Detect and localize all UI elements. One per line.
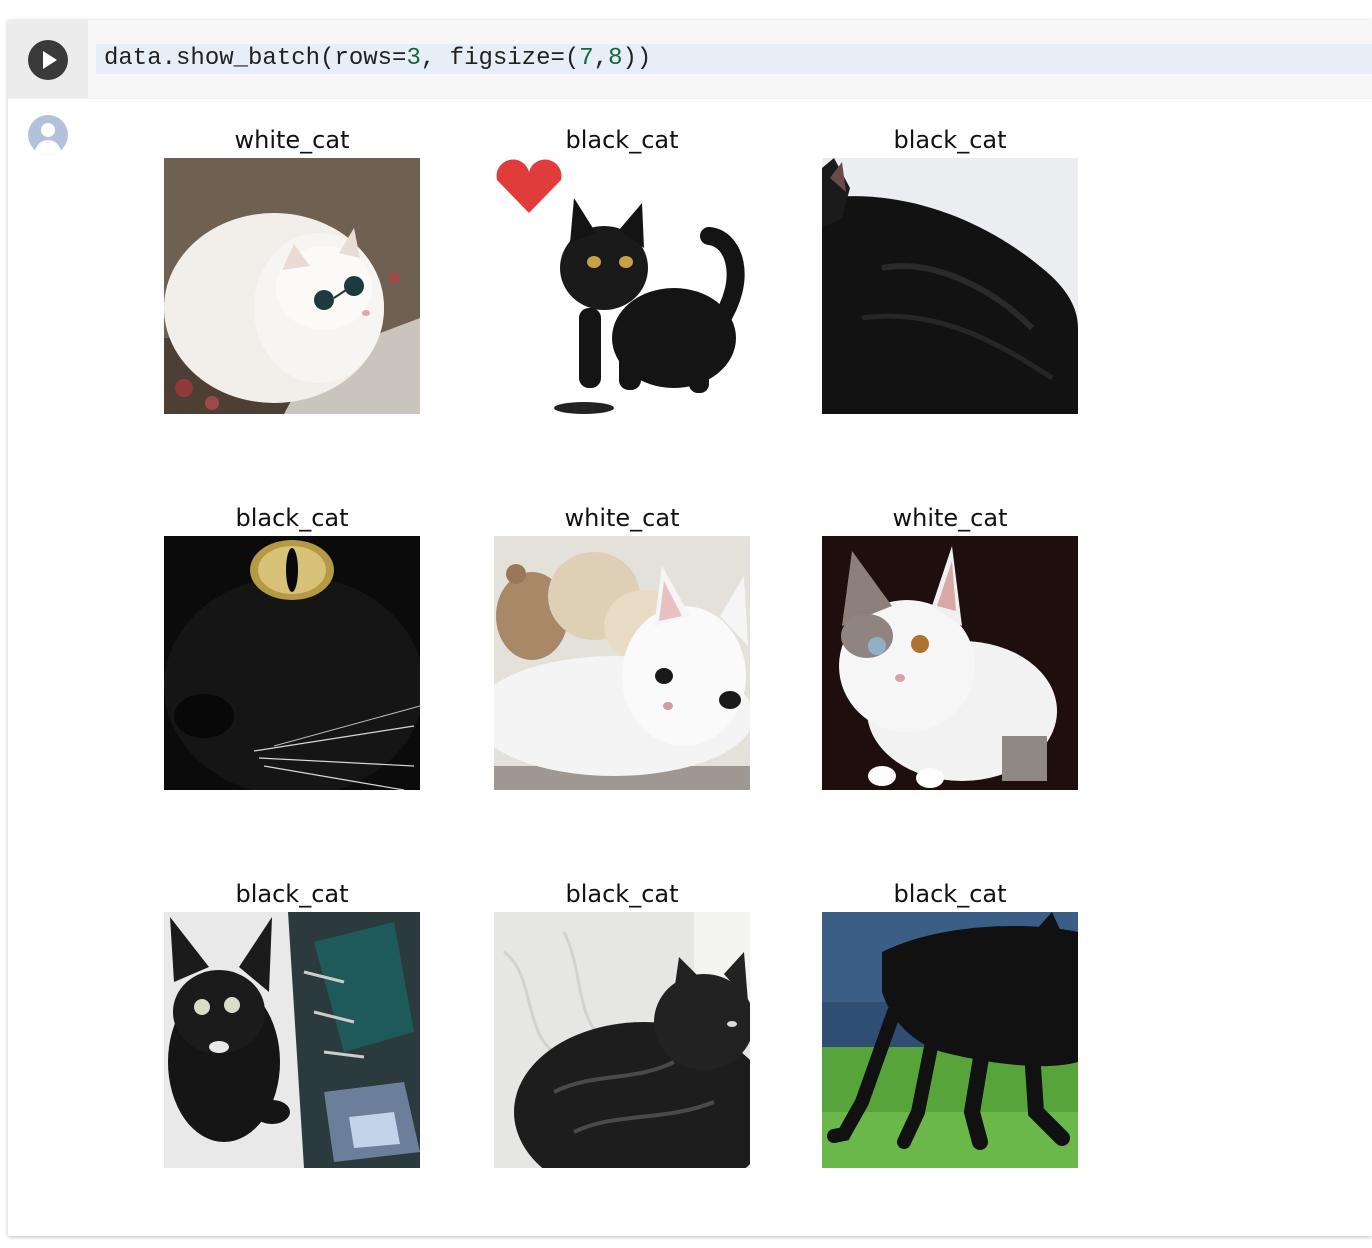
- tile-label: black_cat: [235, 504, 349, 532]
- tile-label: black_cat: [235, 880, 349, 908]
- white-cat-odd-eyes-image: [822, 536, 1078, 790]
- run-cell-button[interactable]: [28, 40, 68, 80]
- code-number: 3: [406, 45, 421, 72]
- code-text: data.show_batch(rows=3, figsize=(7,8)): [104, 46, 651, 72]
- tile-label: white_cat: [564, 504, 680, 532]
- code-number: 7: [579, 45, 594, 72]
- white-cat-teddy-image: [494, 536, 750, 790]
- black-cat-grass-image: [822, 912, 1078, 1168]
- code-segment: ,: [593, 45, 609, 72]
- tile-label: black_cat: [893, 126, 1007, 154]
- run-gutter: [8, 20, 88, 98]
- cell-input: data.show_batch(rows=3, figsize=(7,8)): [8, 20, 1372, 99]
- tile-label: black_cat: [893, 880, 1007, 908]
- code-segment: )): [622, 45, 652, 72]
- code-cell: data.show_batch(rows=3, figsize=(7,8)) w…: [8, 20, 1372, 1236]
- code-segment: , figsize=(: [420, 45, 580, 72]
- tile-label: white_cat: [892, 504, 1008, 532]
- play-icon: [43, 51, 57, 69]
- tile-label: black_cat: [565, 126, 679, 154]
- white-cat-sunglasses-image: [164, 158, 420, 414]
- fluffy-black-cat-image: [494, 912, 750, 1168]
- output-avatar-icon: [28, 115, 68, 155]
- black-cat-lying-image: [822, 158, 1078, 414]
- tile-label: white_cat: [234, 126, 350, 154]
- black-kitten-heart-image: [494, 158, 750, 414]
- black-cat-eye-closeup-image: [164, 536, 420, 790]
- code-segment: data.show_batch(rows=: [104, 45, 407, 72]
- code-number: 8: [608, 45, 623, 72]
- tile-label: black_cat: [565, 880, 679, 908]
- black-kitten-collage-image: [164, 912, 420, 1168]
- code-editor[interactable]: data.show_batch(rows=3, figsize=(7,8)): [96, 44, 1372, 74]
